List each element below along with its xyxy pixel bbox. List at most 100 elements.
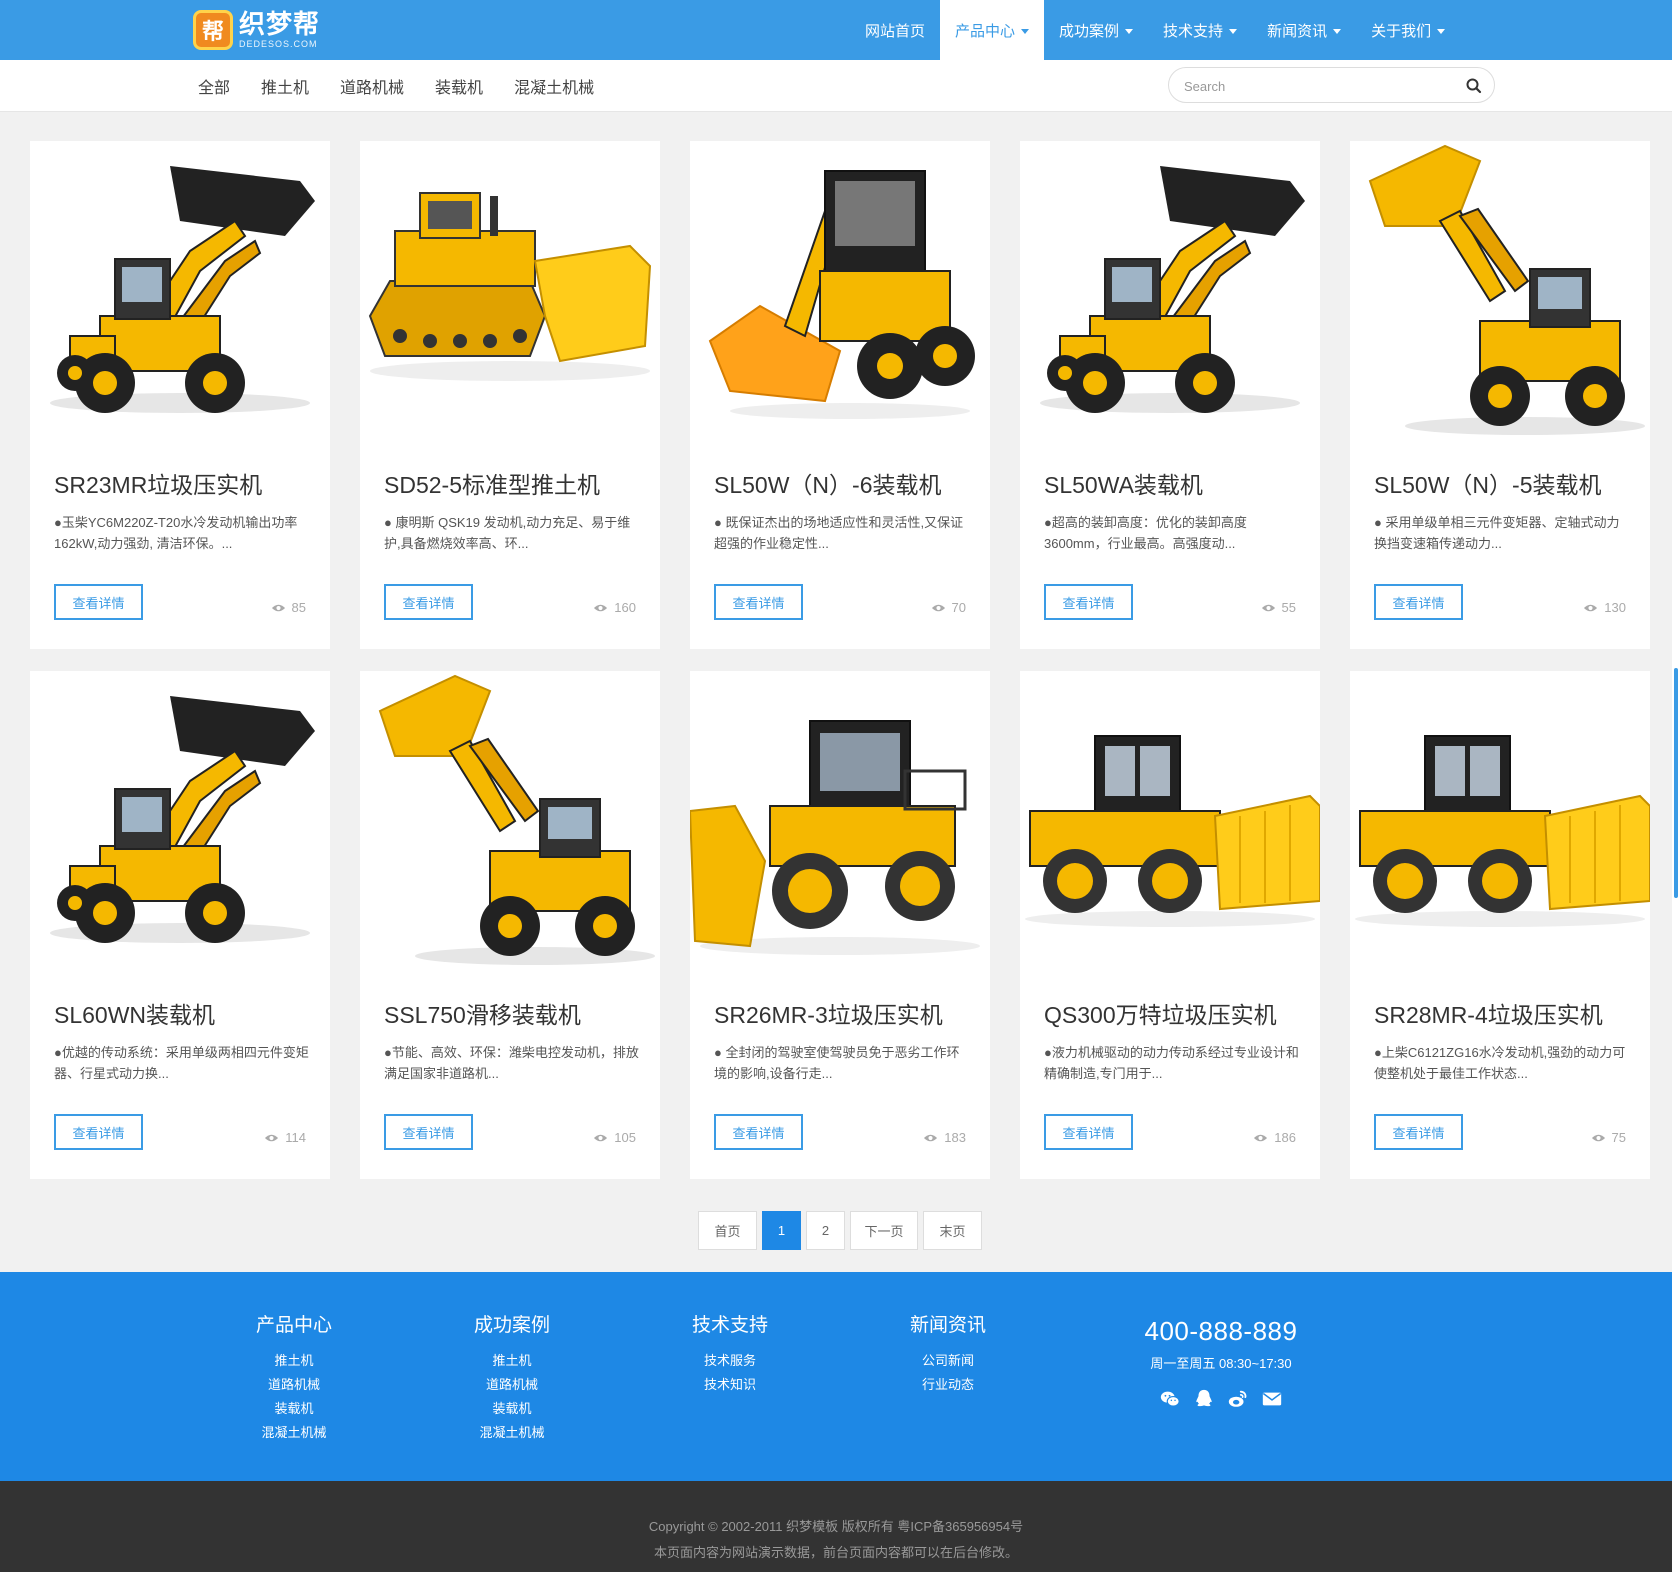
- footer-link[interactable]: 道路机械: [214, 1373, 374, 1397]
- footer-link[interactable]: 道路机械: [432, 1373, 592, 1397]
- product-title[interactable]: SL50W（N）-6装载机: [714, 466, 974, 500]
- footer-link[interactable]: 公司新闻: [868, 1349, 1028, 1373]
- product-image[interactable]: [1350, 671, 1650, 971]
- search-input[interactable]: [1184, 76, 1444, 96]
- product-title[interactable]: SL60WN装载机: [54, 996, 314, 1030]
- view-count: 75: [1591, 1130, 1626, 1145]
- product-card: SR28MR-4垃圾压实机 ●上柴C6121ZG16水冷发动机,强劲的动力可使整机…: [1350, 671, 1650, 1179]
- weibo-icon[interactable]: [1227, 1388, 1249, 1410]
- category-link[interactable]: 道路机械: [340, 74, 404, 98]
- footer-column: 技术支持技术服务 技术知识: [650, 1310, 810, 1397]
- view-count: 114: [264, 1130, 306, 1145]
- site-logo[interactable]: 帮 织梦帮 DEDESOS.COM: [193, 9, 320, 51]
- footer-link[interactable]: 技术知识: [650, 1373, 810, 1397]
- wechat-icon[interactable]: [1159, 1388, 1181, 1410]
- product-title[interactable]: SSL750滑移装载机: [384, 996, 644, 1030]
- product-card: SSL750滑移装载机 ●节能、高效、环保：潍柴电控发动机，排放满足国家非道路机.…: [360, 671, 660, 1179]
- product-image[interactable]: [1020, 141, 1320, 441]
- category-link[interactable]: 混凝土机械: [514, 74, 594, 98]
- product-image[interactable]: [690, 141, 990, 441]
- product-card: SL50WA装载机 ●超高的装卸高度：优化的装卸高度3600mm，行业最高。高强度…: [1020, 141, 1320, 649]
- nav-item-label: 技术支持: [1163, 22, 1224, 40]
- product-title[interactable]: QS300万特垃圾压实机: [1044, 996, 1304, 1030]
- product-image[interactable]: [360, 671, 660, 971]
- view-details-button[interactable]: 查看详情: [1044, 1114, 1133, 1150]
- nav-item-label: 网站首页: [865, 22, 926, 40]
- copyright-bar: Copyright © 2002-2011 织梦模板 版权所有 粤ICP备365…: [0, 1481, 1672, 1572]
- product-card: SL50W（N）-6装载机 ● 既保证杰出的场地适应性和灵活性,又保证超强的作业稳…: [690, 141, 990, 649]
- view-details-button[interactable]: 查看详情: [1044, 584, 1133, 620]
- page-next-button[interactable]: 下一页: [850, 1211, 918, 1250]
- category-link[interactable]: 推土机: [261, 74, 309, 98]
- product-image[interactable]: [1020, 671, 1320, 971]
- view-count-number: 130: [1604, 600, 1626, 615]
- view-count: 160: [593, 600, 636, 615]
- view-details-button[interactable]: 查看详情: [384, 1114, 473, 1150]
- eye-icon: [1584, 604, 1598, 611]
- nav-item-0[interactable]: 网站首页: [850, 0, 940, 60]
- nav-item-4[interactable]: 新闻资讯: [1252, 0, 1356, 60]
- view-details-button[interactable]: 查看详情: [714, 1114, 803, 1150]
- view-details-button[interactable]: 查看详情: [54, 584, 143, 620]
- footer-column-title: 产品中心: [255, 1315, 332, 1336]
- page-first-button[interactable]: 首页: [698, 1211, 757, 1250]
- eye-icon: [1591, 1134, 1605, 1141]
- caret-down-icon: [1333, 28, 1342, 34]
- footer-link[interactable]: 推土机: [432, 1349, 592, 1373]
- footer-link[interactable]: 混凝土机械: [432, 1421, 592, 1445]
- product-image[interactable]: [30, 671, 330, 971]
- view-count-number: 183: [944, 1130, 966, 1145]
- product-image[interactable]: [1350, 141, 1650, 441]
- logo-sub: DEDESOS.COM: [239, 39, 318, 49]
- page-last-button[interactable]: 末页: [923, 1211, 982, 1250]
- product-card: SD52-5标准型推土机 ● 康明斯 QSK19 发动机,动力充足、易于维护,具备…: [360, 141, 660, 649]
- view-count: 85: [271, 600, 306, 615]
- product-title[interactable]: SL50WA装载机: [1044, 466, 1304, 500]
- eye-icon: [924, 1134, 938, 1141]
- product-title[interactable]: SL50W（N）-5装载机: [1374, 466, 1634, 500]
- product-image[interactable]: [690, 671, 990, 971]
- view-details-button[interactable]: 查看详情: [1374, 1114, 1463, 1150]
- footer-link[interactable]: 装载机: [432, 1397, 592, 1421]
- category-link[interactable]: 全部: [198, 74, 230, 98]
- view-count-number: 70: [951, 600, 966, 615]
- footer-link[interactable]: 装载机: [214, 1397, 374, 1421]
- nav-item-2[interactable]: 成功案例: [1044, 0, 1148, 60]
- view-count: 55: [1261, 600, 1296, 615]
- nav-item-5[interactable]: 关于我们: [1356, 0, 1460, 60]
- search-box: [1168, 67, 1495, 103]
- view-count: 186: [1253, 1130, 1296, 1145]
- footer-link[interactable]: 推土机: [214, 1349, 374, 1373]
- product-title[interactable]: SD52-5标准型推土机: [384, 466, 644, 500]
- scrollbar-thumb[interactable]: [1674, 668, 1678, 898]
- mail-icon[interactable]: [1261, 1388, 1283, 1410]
- category-link[interactable]: 装载机: [435, 74, 483, 98]
- view-details-button[interactable]: 查看详情: [384, 584, 473, 620]
- footer-link[interactable]: 技术服务: [650, 1349, 810, 1373]
- qq-icon[interactable]: [1193, 1388, 1215, 1410]
- product-card: SR26MR-3垃圾压实机 ● 全封闭的驾驶室使驾驶员免于恶劣工作环境的影响,设备…: [690, 671, 990, 1179]
- caret-down-icon: [1125, 28, 1134, 34]
- nav-item-3[interactable]: 技术支持: [1148, 0, 1252, 60]
- page-number-button[interactable]: 2: [806, 1211, 845, 1250]
- view-details-button[interactable]: 查看详情: [1374, 584, 1463, 620]
- eye-icon: [1261, 604, 1275, 611]
- product-grid: SR23MR垃圾压实机 ●玉柴YC6M220Z-T20水冷发动机输出功率162kW…: [30, 141, 1650, 1179]
- page-scrollbar[interactable]: [1672, 0, 1680, 1572]
- nav-item-1[interactable]: 产品中心: [940, 0, 1045, 60]
- footer-link[interactable]: 混凝土机械: [214, 1421, 374, 1445]
- page-number-button[interactable]: 1: [762, 1211, 801, 1250]
- product-title[interactable]: SR28MR-4垃圾压实机: [1374, 996, 1634, 1030]
- footer-column-title: 技术支持: [691, 1315, 768, 1336]
- nav-item-label: 产品中心: [955, 22, 1016, 40]
- eye-icon: [931, 604, 945, 611]
- product-title[interactable]: SR23MR垃圾压实机: [54, 466, 314, 500]
- view-details-button[interactable]: 查看详情: [714, 584, 803, 620]
- footer-link[interactable]: 行业动态: [868, 1373, 1028, 1397]
- product-image[interactable]: [360, 141, 660, 441]
- product-title[interactable]: SR26MR-3垃圾压实机: [714, 996, 974, 1030]
- search-icon[interactable]: [1464, 76, 1484, 96]
- footer-column-title: 新闻资讯: [909, 1315, 986, 1336]
- view-details-button[interactable]: 查看详情: [54, 1114, 143, 1150]
- product-image[interactable]: [30, 141, 330, 441]
